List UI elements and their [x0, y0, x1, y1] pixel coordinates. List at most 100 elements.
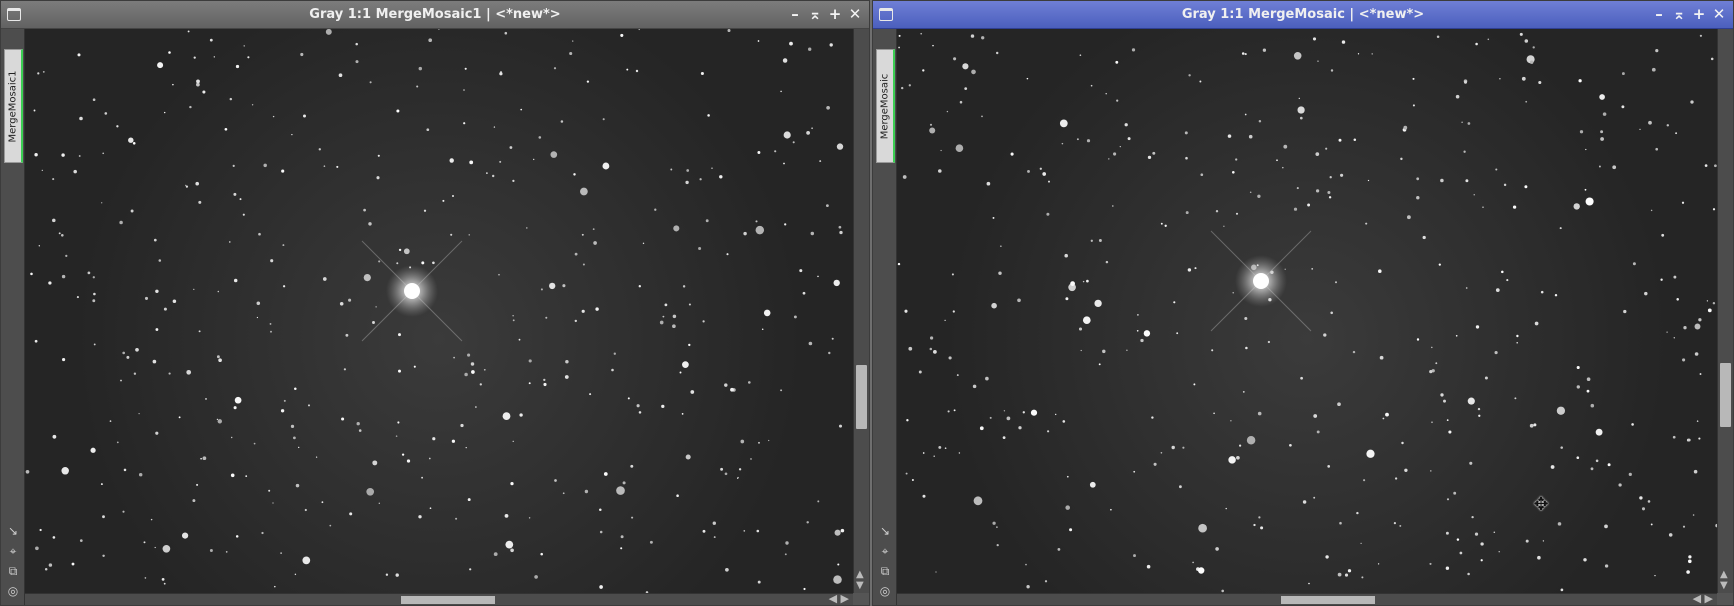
star [803, 587, 806, 591]
view-tab[interactable]: MergeMosaic [876, 49, 895, 163]
star [1361, 576, 1364, 579]
star [133, 372, 137, 375]
star [705, 219, 709, 223]
eye-icon[interactable]: ◎ [877, 583, 893, 599]
star [724, 383, 728, 387]
image-window-mergemosaic[interactable]: Gray 1:1 MergeMosaic | <*new*> – ⌅ + ✕ M… [872, 0, 1734, 606]
star [528, 359, 532, 363]
star [996, 526, 998, 528]
horizontal-scroll-thumb[interactable] [1281, 596, 1375, 604]
scroll-left-right-icon[interactable]: ◀ ▶ [1693, 592, 1713, 605]
star [1550, 465, 1555, 469]
star [1661, 233, 1665, 237]
star [1017, 298, 1021, 303]
star [196, 79, 200, 84]
arrow-down-right-icon[interactable]: ↘ [5, 523, 21, 539]
close-icon[interactable]: ✕ [847, 5, 863, 23]
minimize-icon[interactable]: – [787, 5, 803, 23]
star [948, 356, 952, 360]
maximize-icon[interactable]: + [1691, 5, 1707, 23]
star [1235, 158, 1238, 161]
horizontal-scrollbar[interactable]: ◀ ▶ [25, 592, 853, 605]
pin-icon[interactable]: ⌖ [5, 543, 21, 559]
star [464, 372, 468, 377]
window-icon[interactable] [879, 8, 893, 21]
scroll-arrows-icon[interactable]: ▲ ▼ [1720, 569, 1728, 591]
star [1455, 334, 1458, 337]
star [902, 175, 907, 179]
window-titlebar[interactable]: Gray 1:1 MergeMosaic1 | <*new*> – ⌅ + ✕ [1, 1, 869, 29]
image-canvas[interactable]: ✥ [897, 29, 1717, 593]
horizontal-scrollbar[interactable]: ◀ ▶ [897, 592, 1717, 605]
star [499, 160, 502, 163]
minimize-icon[interactable]: – [1651, 5, 1667, 23]
star [1453, 491, 1457, 495]
star [908, 84, 911, 87]
star [724, 472, 728, 476]
shade-icon[interactable]: ⌅ [807, 5, 823, 23]
star [574, 252, 578, 256]
horizontal-scroll-thumb[interactable] [401, 596, 495, 604]
copy-icon[interactable]: ⧉ [877, 563, 893, 579]
star [209, 38, 213, 42]
copy-icon[interactable]: ⧉ [5, 563, 21, 579]
star [172, 299, 177, 304]
window-titlebar[interactable]: Gray 1:1 MergeMosaic | <*new*> – ⌅ + ✕ [873, 1, 1733, 29]
star [638, 411, 642, 414]
star [109, 420, 112, 422]
window-title: Gray 1:1 MergeMosaic1 | <*new*> [309, 7, 561, 22]
star [1337, 402, 1341, 407]
star [198, 200, 202, 204]
star [202, 456, 207, 461]
star [1412, 104, 1415, 107]
star [102, 152, 105, 155]
star [664, 303, 668, 307]
vertical-scroll-thumb[interactable] [856, 365, 867, 429]
star [1377, 563, 1380, 565]
vertical-scrollbar[interactable]: ▲ ▼ [853, 29, 869, 593]
pin-icon[interactable]: ⌖ [877, 543, 893, 559]
star [540, 288, 543, 291]
star [467, 498, 471, 502]
star [1246, 435, 1256, 445]
window-icon[interactable] [7, 8, 21, 21]
star [1371, 53, 1373, 55]
star [1039, 167, 1042, 170]
shade-icon[interactable]: ⌅ [1671, 5, 1687, 23]
star [738, 468, 742, 471]
star [195, 181, 199, 186]
star [303, 114, 306, 118]
star [1365, 222, 1368, 225]
star [168, 372, 171, 375]
star [906, 419, 909, 422]
star [1366, 449, 1375, 458]
star [1080, 349, 1082, 352]
star [464, 67, 467, 70]
vertical-scrollbar[interactable]: ▲ ▼ [1717, 29, 1733, 593]
star [499, 72, 503, 76]
star [368, 222, 372, 226]
star [1262, 48, 1267, 52]
view-tab[interactable]: MergeMosaic1 [4, 49, 23, 163]
star [1644, 291, 1648, 296]
arrow-down-right-icon[interactable]: ↘ [877, 523, 893, 539]
star [1467, 122, 1471, 125]
image-window-mergemosaic1[interactable]: Gray 1:1 MergeMosaic1 | <*new*> – ⌅ + ✕ … [0, 0, 870, 606]
maximize-icon[interactable]: + [827, 5, 843, 23]
star [831, 337, 834, 340]
star [838, 424, 843, 428]
eye-icon[interactable]: ◎ [5, 583, 21, 599]
star [981, 115, 983, 118]
star [1412, 77, 1415, 80]
star [613, 352, 616, 355]
star [550, 151, 558, 158]
image-canvas[interactable] [25, 29, 853, 593]
scroll-left-right-icon[interactable]: ◀ ▶ [829, 592, 849, 605]
star [783, 162, 785, 165]
star [1598, 165, 1601, 168]
vertical-scroll-thumb[interactable] [1720, 363, 1731, 427]
close-icon[interactable]: ✕ [1711, 5, 1727, 23]
star [1363, 479, 1366, 482]
scroll-arrows-icon[interactable]: ▲ ▼ [856, 569, 864, 591]
star [290, 424, 295, 429]
